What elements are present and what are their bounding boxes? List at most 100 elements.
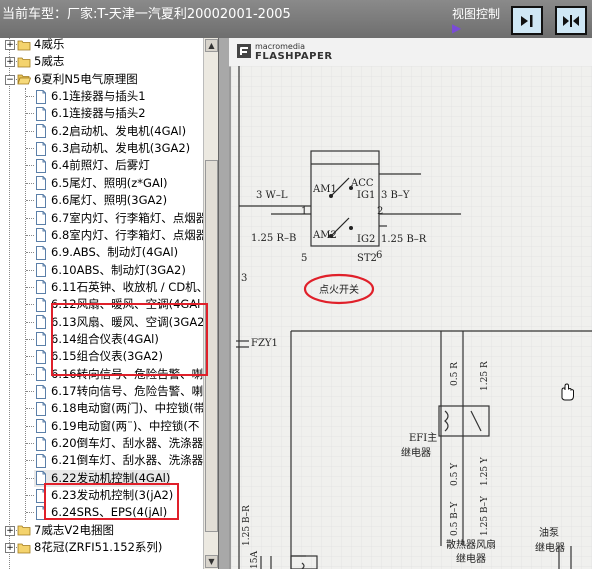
document-icon xyxy=(34,332,48,347)
label-pin-6: 6 xyxy=(376,250,382,261)
label-am2: AM2 xyxy=(312,230,337,241)
tree-connector xyxy=(26,286,34,288)
brand-macromedia: macromedia xyxy=(255,42,306,51)
label-wire-125br: 1.25 B–R xyxy=(381,234,427,245)
highlight-box-hvac-gauges xyxy=(51,303,208,376)
collapse-toggle-icon[interactable]: − xyxy=(5,74,15,85)
tree-doc-item[interactable]: 6.5尾灯、照明(z*GAl) xyxy=(34,175,168,192)
label-wire-05by: 0.5 B–Y xyxy=(450,501,460,536)
flashpaper-logo-icon xyxy=(237,44,251,58)
tree-connector xyxy=(26,130,34,132)
document-icon xyxy=(34,124,48,139)
document-icon xyxy=(34,228,48,243)
tree-folder-item[interactable]: 5威志 xyxy=(17,53,64,70)
label-am1: AM1 xyxy=(312,184,337,195)
label-wire-125r: 1.25 R xyxy=(480,361,490,391)
tree-doc-item[interactable]: 6.7室内灯、行李箱灯、点烟器 xyxy=(34,210,203,227)
tree-doc-item[interactable]: 6.18电动窗(两门)、中控锁(带 xyxy=(34,400,203,417)
tree-folder-item[interactable]: 7威志V2电捆图 xyxy=(17,522,114,539)
document-icon xyxy=(34,419,48,434)
label-ig1: IG1 xyxy=(357,190,375,201)
tree-item-label: 5威志 xyxy=(34,54,65,69)
document-icon xyxy=(34,384,48,399)
document-icon xyxy=(34,453,48,468)
tree-doc-item[interactable]: 6.6尾灯、照明(3GA2) xyxy=(34,192,167,209)
tree-item-label: 6.8室内灯、行李箱灯、点烟器 xyxy=(51,227,203,242)
document-icon xyxy=(34,280,48,295)
tree-doc-item[interactable]: 6.8室内灯、行李箱灯、点烟器 xyxy=(34,227,203,244)
tree-folder-item[interactable]: 8花冠(ZRFI51.152系列) xyxy=(17,539,162,556)
tree-item-label: 6.2启动机、发电机(4GAl) xyxy=(51,123,187,138)
tree-item-label: 6.9.ABS、制动灯(4GAl) xyxy=(51,245,179,260)
tree-item-label: 6.17转向信号、危险告警、喇 xyxy=(51,384,203,398)
tree-item-label: 6.19电动窗(两¨)、中控锁(不 xyxy=(51,418,200,433)
view-control-label: 视图控制 xyxy=(452,7,501,21)
tree-doc-item[interactable]: 6.1连接器与插头2 xyxy=(34,105,146,122)
tree-doc-item[interactable]: 6.20倒车灯、刮水器、洗涤器 xyxy=(34,435,203,452)
label-wire-3wl: 3 W–L xyxy=(256,190,288,201)
document-icon xyxy=(34,193,48,208)
tree-connector xyxy=(26,234,34,236)
label-pump-relay: 继电器 xyxy=(535,541,565,554)
folder-icon xyxy=(17,541,31,555)
tree-doc-item[interactable]: 6.11石英钟、收放机 / CD机、 xyxy=(34,279,203,296)
label-fuse-15a: 15A xyxy=(250,551,260,569)
document-icon xyxy=(34,141,48,156)
tree-connector xyxy=(26,460,34,462)
collapse-panel-button[interactable] xyxy=(511,6,543,35)
document-icon xyxy=(34,367,48,382)
label-ignition-switch: 点火开关 xyxy=(319,283,359,296)
tree-doc-item[interactable]: 6.19电动窗(两¨)、中控锁(不 xyxy=(34,418,199,435)
folder-icon xyxy=(17,523,31,537)
label-pin-1: 1 xyxy=(301,206,307,217)
label-wire-125br-vertical: 1.25 B–R xyxy=(242,505,252,546)
tree-connector xyxy=(26,338,34,340)
expand-toggle-icon[interactable]: + xyxy=(5,40,15,50)
tree-item-label: 6.18电动窗(两门)、中控锁(带 xyxy=(51,401,203,416)
tree-connector xyxy=(26,391,34,392)
tree-doc-item[interactable]: 6.9.ABS、制动灯(4GAl) xyxy=(34,244,178,261)
tree-doc-item[interactable]: 6.1连接器与插头1 xyxy=(34,88,146,105)
tree-doc-item[interactable]: 6.2启动机、发电机(4GAl) xyxy=(34,123,186,140)
tree-folder-item[interactable]: 6夏利N5电气原理图 xyxy=(17,71,138,88)
scroll-down-icon[interactable]: ▼ xyxy=(205,555,218,568)
document-icon xyxy=(34,106,48,121)
brand-flashpaper: FLASHPAPER xyxy=(255,51,333,62)
tree-connector xyxy=(26,96,34,98)
tree-item-label: 6.3启动机、发电机(3GA2) xyxy=(51,141,191,156)
tree-folder-item[interactable]: 4威乐 xyxy=(17,38,64,53)
expand-toggle-icon[interactable]: + xyxy=(5,57,15,68)
tree-connector xyxy=(26,373,34,375)
tree-doc-item[interactable]: 6.10ABS、制动灯(3GA2) xyxy=(34,262,186,279)
tree-item-label: 6.4前照灯、后雾灯 xyxy=(51,158,150,173)
tree-item-label: 6.1连接器与插头1 xyxy=(51,89,146,104)
wiring-schematic: 3 W–L 1 AM1 ACC IG1 3 B–Y 2 1.25 R–B AM2… xyxy=(231,66,592,569)
tree-item-label: 6.6尾灯、照明(3GA2) xyxy=(51,193,168,208)
collapse-panel-icon xyxy=(521,14,533,27)
title-bar: 当前车型：厂家:T-天津一汽夏利20002001-2005 视图控制 ▶ xyxy=(0,0,592,39)
document-icon xyxy=(34,89,48,104)
split-view-button[interactable] xyxy=(555,6,587,35)
tree-doc-item[interactable]: 6.17转向信号、危险告警、喇 xyxy=(34,383,203,400)
tree-item-label: 6.11石英钟、收放机 / CD机、 xyxy=(51,279,203,294)
expand-toggle-icon[interactable]: + xyxy=(5,543,15,554)
tree-doc-item[interactable]: 6.3启动机、发电机(3GA2) xyxy=(34,140,190,157)
split-view-icon xyxy=(563,14,579,27)
expand-toggle-icon[interactable]: + xyxy=(5,525,15,536)
tree-doc-item[interactable]: 6.21倒车灯、刮水器、洗涤器 xyxy=(34,452,203,469)
tree-doc-item[interactable]: 6.4前照灯、后雾灯 xyxy=(34,157,150,174)
flashpaper-toolbar: macromedia FLASHPAPER xyxy=(229,38,592,67)
label-wire-125by: 1.25 B–Y xyxy=(480,495,490,536)
tree-item-label: 6.10ABS、制动灯(3GA2) xyxy=(51,262,186,277)
tree-item-label: 4威乐 xyxy=(34,38,65,51)
label-wire-125rb: 1.25 R–B xyxy=(251,233,296,244)
folder-open-icon xyxy=(17,72,31,86)
tree-connector xyxy=(26,113,34,115)
tree-connector xyxy=(26,148,34,150)
scroll-up-icon[interactable]: ▲ xyxy=(205,39,218,52)
tree-item-label: 6夏利N5电气原理图 xyxy=(34,71,138,86)
document-viewer[interactable]: macromedia FLASHPAPER 3 W–L 1 AM1 ACC IG… xyxy=(229,38,592,569)
document-icon xyxy=(34,158,48,173)
folder-icon xyxy=(17,55,31,69)
document-icon xyxy=(34,349,48,364)
